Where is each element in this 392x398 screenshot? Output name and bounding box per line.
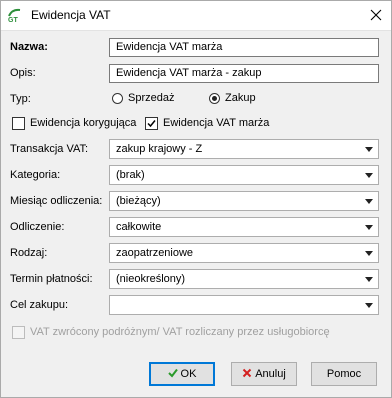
close-icon: [370, 9, 382, 21]
radio-circle: [112, 93, 123, 104]
cel-label: Cel zakupu:: [10, 299, 69, 311]
korygujaca-label: Ewidencja korygująca: [30, 117, 137, 129]
title-bar: GT Ewidencja VAT: [1, 1, 391, 31]
odliczenie-value: całkowite: [116, 221, 162, 233]
chevron-down-icon: [365, 199, 373, 204]
ok-check-icon: [167, 368, 178, 378]
window-title: Ewidencja VAT: [31, 8, 111, 22]
close-button[interactable]: [361, 1, 391, 30]
odliczenie-select[interactable]: całkowite: [109, 217, 379, 237]
kategoria-label: Kategoria:: [10, 169, 61, 181]
miesiac-value: (bieżący): [116, 195, 161, 207]
chevron-down-icon: [365, 277, 373, 282]
checkbox-box: [12, 117, 25, 130]
transakcja-value: zakup krajowy - Z: [116, 143, 203, 155]
checkmark-icon: [147, 120, 156, 128]
dialog-window: GT Ewidencja VAT Nazwa: Ewidencja VAT ma…: [0, 0, 392, 398]
odliczenie-label: Odliczenie:: [10, 221, 65, 233]
opis-input[interactable]: Ewidencja VAT marża - zakup: [109, 64, 379, 83]
ok-label: OK: [180, 368, 197, 380]
cel-select[interactable]: [109, 295, 379, 315]
cancel-button[interactable]: Anuluj: [231, 362, 297, 386]
radio-circle: [209, 93, 220, 104]
nazwa-input[interactable]: Ewidencja VAT marża: [109, 38, 379, 57]
radio-zakup-label: Zakup: [225, 92, 256, 104]
checkbox-box: [145, 117, 158, 130]
radio-sprzedaz-label: Sprzedaż: [128, 92, 175, 104]
termin-value: (nieokreślony): [116, 273, 186, 285]
radio-selected-dot: [212, 96, 217, 101]
kategoria-select[interactable]: (brak): [109, 165, 379, 185]
miesiac-label: Miesiąc odliczenia:: [10, 195, 103, 207]
vat-marza-label: Ewidencja VAT marża: [163, 117, 270, 129]
transakcja-select[interactable]: zakup krajowy - Z: [109, 139, 379, 159]
opis-label: Opis:: [10, 67, 36, 79]
termin-select[interactable]: (nieokreślony): [109, 269, 379, 289]
chevron-down-icon: [365, 251, 373, 256]
termin-label: Termin płatności:: [10, 273, 93, 285]
vat-zwrocony-label: VAT zwrócony podróżnym/ VAT rozliczany p…: [30, 326, 330, 338]
help-label: Pomoc: [326, 368, 362, 380]
rodzaj-value: zaopatrzeniowe: [116, 247, 194, 259]
checkbox-box: [12, 326, 25, 339]
transakcja-label: Transakcja VAT:: [10, 143, 89, 155]
rodzaj-select[interactable]: zaopatrzeniowe: [109, 243, 379, 263]
ok-button[interactable]: OK: [149, 362, 215, 386]
kategoria-value: (brak): [116, 169, 145, 181]
typ-label: Typ:: [10, 93, 31, 105]
app-icon: GT: [7, 7, 23, 24]
chevron-down-icon: [365, 225, 373, 230]
rodzaj-label: Rodzaj:: [10, 247, 48, 259]
cancel-x-icon: [242, 368, 252, 378]
chevron-down-icon: [365, 147, 373, 152]
chevron-down-icon: [365, 173, 373, 178]
help-button[interactable]: Pomoc: [311, 362, 377, 386]
cancel-label: Anuluj: [255, 368, 286, 380]
miesiac-select[interactable]: (bieżący): [109, 191, 379, 211]
nazwa-label: Nazwa:: [10, 41, 48, 53]
svg-text:GT: GT: [8, 17, 18, 23]
chevron-down-icon: [365, 303, 373, 308]
